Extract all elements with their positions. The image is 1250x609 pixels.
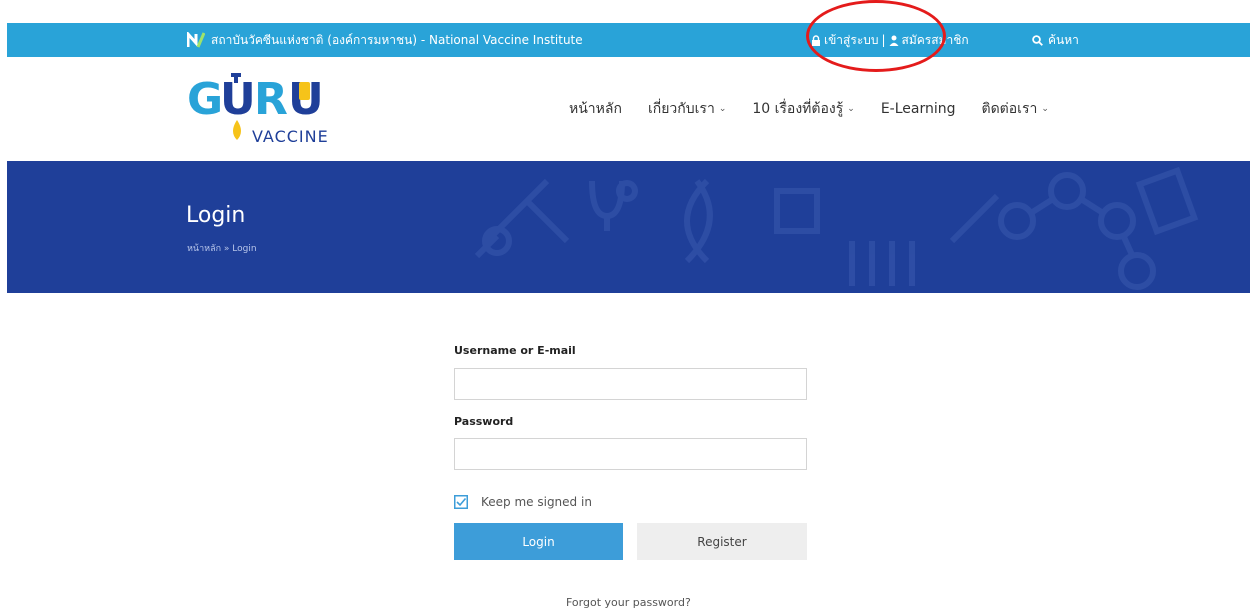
- account-links: เข้าสู่ระบบ | สมัครสมาชิก: [811, 23, 969, 57]
- nav-item-label: หน้าหลัก: [569, 101, 622, 117]
- search-link[interactable]: ค้นหา: [1032, 23, 1079, 57]
- password-label: Password: [454, 415, 514, 428]
- login-link-label: เข้าสู่ระบบ: [824, 32, 879, 47]
- institute-name: สถาบันวัคซีนแห่งชาติ (องค์การมหาชน) - Na…: [211, 32, 583, 47]
- remember-label: Keep me signed in: [481, 495, 592, 509]
- nav-item-label: ติดต่อเรา: [981, 101, 1038, 117]
- page-title: Login: [186, 203, 246, 228]
- page-hero: Login หน้าหลัก » Login: [7, 161, 1250, 293]
- nav-item-about[interactable]: เกี่ยวกับเรา ⌄: [648, 98, 726, 120]
- search-link-label: ค้นหา: [1048, 32, 1079, 47]
- nav-item-10-things[interactable]: 10 เรื่องที่ต้องรู้ ⌄: [752, 98, 854, 120]
- main-nav: หน้าหลัก เกี่ยวกับเรา ⌄ 10 เรื่องที่ต้อง…: [569, 57, 1075, 161]
- nav-item-home[interactable]: หน้าหลัก: [569, 98, 622, 120]
- nav-item-label: 10 เรื่องที่ต้องรู้: [752, 101, 844, 117]
- nav-item-label: เกี่ยวกับเรา: [647, 101, 715, 117]
- chevron-down-icon: ⌄: [847, 104, 855, 114]
- username-field[interactable]: [454, 368, 807, 400]
- institute-link[interactable]: สถาบันวัคซีนแห่งชาติ (องค์การมหาชน) - Na…: [187, 23, 583, 57]
- guru-vaccine-logo[interactable]: G U R U VACCINE: [187, 70, 357, 150]
- search-icon: [1032, 34, 1043, 46]
- svg-text:G: G: [187, 74, 223, 125]
- forgot-password-link[interactable]: Forgot your password?: [566, 596, 691, 609]
- nvi-logo-icon: [187, 32, 205, 48]
- login-button[interactable]: Login: [454, 523, 623, 560]
- login-link[interactable]: เข้าสู่ระบบ: [811, 31, 879, 50]
- site-header: G U R U VACCINE หน้าหลัก เกี่ยวกับเรา ⌄ …: [7, 57, 1250, 161]
- link-separator: |: [881, 33, 886, 47]
- register-button[interactable]: Register: [637, 523, 807, 560]
- guru-vaccine-logo-mark: G U R U VACCINE: [187, 73, 329, 146]
- nav-item-elearning[interactable]: E-Learning: [881, 101, 956, 117]
- breadcrumb[interactable]: หน้าหลัก » Login: [187, 241, 257, 255]
- user-icon: [889, 35, 899, 46]
- nav-item-contact[interactable]: ติดต่อเรา ⌄: [982, 98, 1049, 120]
- logo-subword: VACCINE: [252, 127, 329, 146]
- register-link[interactable]: สมัครสมาชิก: [889, 31, 969, 50]
- lock-icon: [812, 34, 820, 46]
- remember-me: Keep me signed in: [454, 495, 592, 509]
- chevron-down-icon: ⌄: [718, 104, 727, 114]
- register-link-label: สมัครสมาชิก: [901, 32, 969, 47]
- remember-checkbox[interactable]: [454, 495, 468, 509]
- svg-text:R: R: [254, 74, 288, 125]
- top-bar: สถาบันวัคซีนแห่งชาติ (องค์การมหาชน) - Na…: [7, 23, 1250, 57]
- username-label: Username or E-mail: [454, 344, 576, 357]
- chevron-down-icon: ⌄: [1041, 104, 1049, 114]
- nav-item-label: E-Learning: [880, 101, 956, 117]
- password-field[interactable]: [454, 438, 807, 470]
